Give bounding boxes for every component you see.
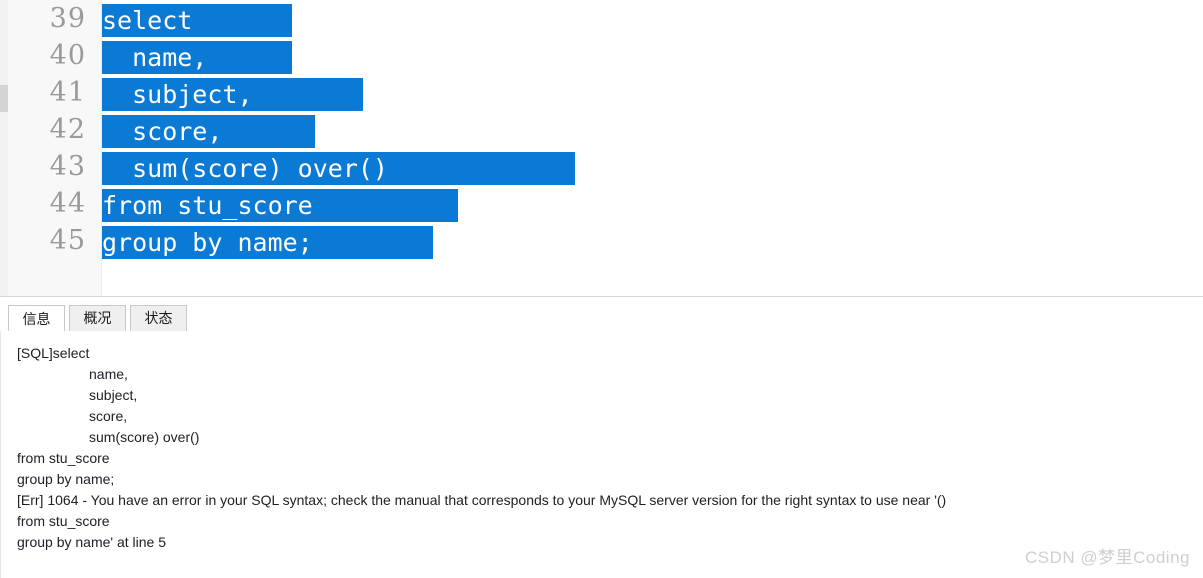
line-number: 43 <box>49 151 86 182</box>
editor-line[interactable]: 41 subject, <box>0 74 1203 111</box>
selected-code-text[interactable]: score, <box>102 115 315 148</box>
log-line: from stu_score <box>17 450 110 466</box>
log-line: subject, <box>89 387 138 403</box>
editor-line[interactable]: 44 from stu_score <box>0 185 1203 222</box>
selected-code-text[interactable]: subject, <box>102 78 363 111</box>
log-line: group by name; <box>17 471 115 487</box>
editor-line[interactable]: 45 group by name; <box>0 222 1203 259</box>
log-line: name, <box>89 366 128 382</box>
sql-editor-pane[interactable]: 39 select 40 name, 41 subject, 42 score, 43 s… <box>0 0 1203 296</box>
csdn-watermark: CSDN @梦里Coding <box>1024 548 1190 567</box>
result-tab-bar: 信息 概况 状态 <box>0 302 1203 332</box>
log-line: from stu_score <box>17 513 110 529</box>
editor-line[interactable]: 42 score, <box>0 111 1203 148</box>
tab-profile[interactable]: 概况 <box>69 305 126 331</box>
log-line: sum(score) over() <box>89 429 200 445</box>
tab-info[interactable]: 信息 <box>8 305 65 332</box>
line-number: 44 <box>49 188 86 219</box>
line-number: 40 <box>49 40 86 71</box>
tab-status[interactable]: 状态 <box>130 305 187 331</box>
result-log-list: [SQL]select name, subject, score, sum(score)… <box>17 343 1197 553</box>
selected-code-text[interactable]: select <box>102 4 292 37</box>
log-line: group by name' at line 5 <box>17 534 166 550</box>
log-line: score, <box>89 408 128 424</box>
line-number: 45 <box>49 225 86 256</box>
selected-code-text[interactable]: name, <box>102 41 292 74</box>
editor-code-area[interactable]: 39 select 40 name, 41 subject, 42 score, 43 s… <box>0 0 1203 296</box>
log-line: [SQL]select <box>17 345 90 361</box>
result-pane: 信息 概况 状态 [SQL]select name, subject, score, s… <box>0 302 1203 578</box>
line-number: 42 <box>49 114 86 145</box>
selected-code-text[interactable]: sum(score) over() <box>102 152 575 185</box>
log-line: [Err] 1064 - You have an error in your S… <box>17 492 947 508</box>
selected-code-text[interactable]: group by name; <box>102 226 433 259</box>
line-number: 39 <box>49 3 86 34</box>
editor-line[interactable]: 43 sum(score) over() <box>0 148 1203 185</box>
editor-line[interactable]: 39 select <box>0 0 1203 37</box>
selected-code-text[interactable]: from stu_score <box>102 189 458 222</box>
line-number: 41 <box>49 77 86 108</box>
editor-line[interactable]: 40 name, <box>0 37 1203 74</box>
result-output-body[interactable]: [SQL]select name, subject, score, sum(score)… <box>0 331 1203 578</box>
